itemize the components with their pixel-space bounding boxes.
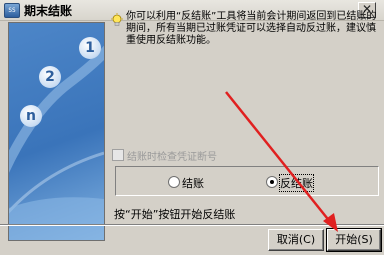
radio-reverse-close[interactable] [266,176,278,188]
instruction-text: 你可以利用“反结账”工具将当前会计期间返回到已结账的期间，所有当期已过账凭证可以… [126,11,377,46]
status-text: 按“开始”按钮开始反结账 [114,208,236,221]
step-n-circle: n [20,105,42,127]
window-title: 期末结账 [24,4,73,18]
start-button[interactable]: 开始(S) [326,228,382,252]
radio-close-account[interactable] [168,176,180,188]
mode-radio-group: 结账 反结账 [115,166,379,196]
radio-close-account-label[interactable]: 结账 [182,175,204,191]
button-separator [0,224,384,226]
radio-reverse-close-label[interactable]: 反结账 [279,174,314,192]
step-1-circle: 1 [79,37,101,59]
check-voucher-gap-checkbox [112,149,124,161]
cancel-button[interactable]: 取消(C) [268,229,324,251]
app-icon: SS [4,3,20,18]
check-voucher-gap-label: 结账时检查凭证断号 [127,152,217,163]
radio-selected-dot [270,180,274,184]
step-2-circle: 2 [39,66,61,88]
wizard-side-panel: 1 2 n [8,22,105,241]
lightbulb-icon [111,13,123,26]
